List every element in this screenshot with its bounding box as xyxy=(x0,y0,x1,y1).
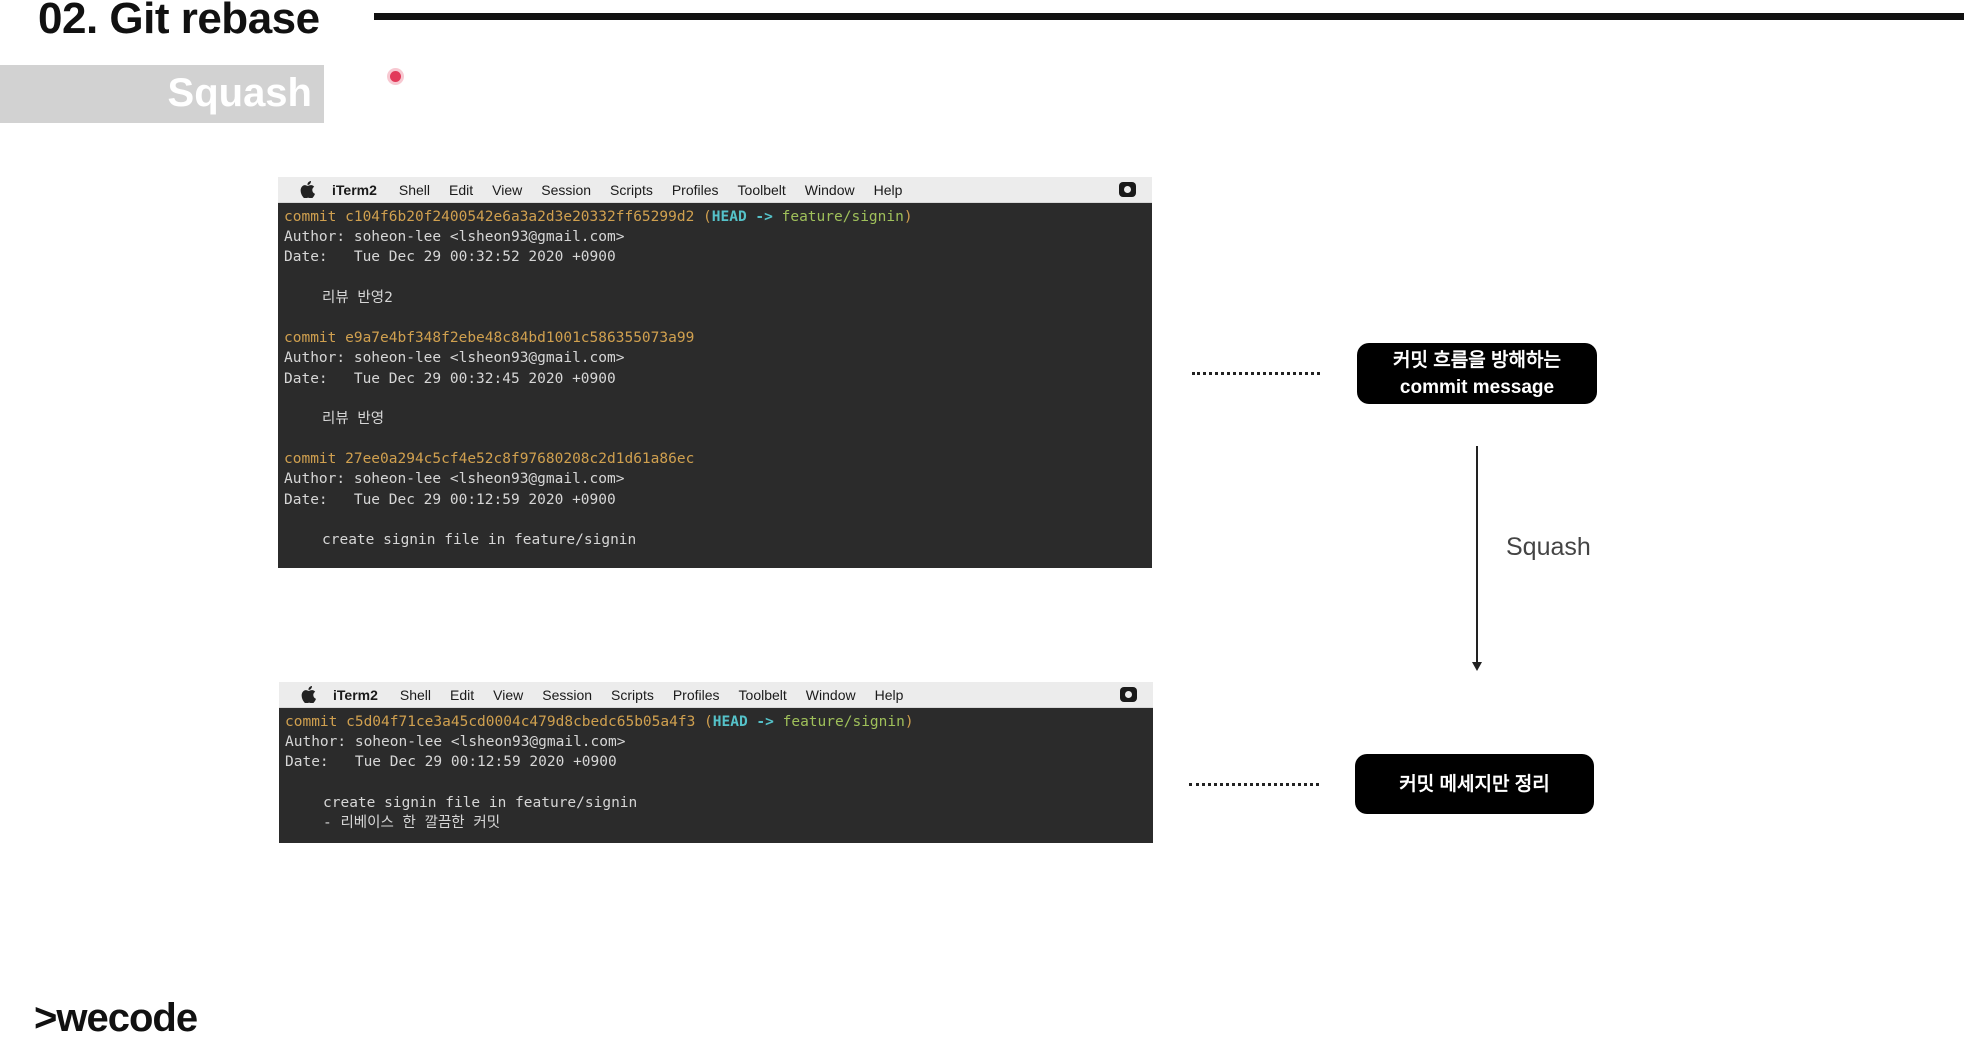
menu-view[interactable]: View xyxy=(492,182,522,198)
menu-profiles[interactable]: Profiles xyxy=(673,687,720,703)
menu-view[interactable]: View xyxy=(493,687,523,703)
menu-session[interactable]: Session xyxy=(541,182,591,198)
squash-arrow-label: Squash xyxy=(1506,533,1591,561)
menu-toolbelt[interactable]: Toolbelt xyxy=(738,182,786,198)
apple-icon[interactable] xyxy=(300,181,316,198)
menu-bar: iTerm2 Shell Edit View Session Scripts P… xyxy=(278,177,1152,203)
author-line: Author: soheon-lee <lsheon93@gmail.com> xyxy=(284,229,625,246)
date-line: Date: Tue Dec 29 00:32:45 2020 +0900 xyxy=(284,370,616,387)
commit-hash: 27ee0a294c5cf4e52c8f97680208c2d1d61a86ec xyxy=(345,451,695,468)
screen-record-icon[interactable] xyxy=(1119,182,1136,197)
author-line: Author: soheon-lee <lsheon93@gmail.com> xyxy=(284,471,625,488)
commit-line: commit c104f6b20f2400542e6a3a2d3e20332ff… xyxy=(284,207,1146,227)
wecode-logo: >wecode xyxy=(34,996,198,1040)
commit-line: commit 27ee0a294c5cf4e52c8f97680208c2d1d… xyxy=(284,449,1146,469)
dotted-leader-bottom xyxy=(1189,783,1319,786)
menu-help[interactable]: Help xyxy=(874,182,903,198)
menu-bar: iTerm2 Shell Edit View Session Scripts P… xyxy=(279,682,1153,708)
callout-line-2: commit message xyxy=(1399,376,1555,398)
menu-edit[interactable]: Edit xyxy=(449,182,473,198)
head-ref: HEAD -> xyxy=(711,209,773,225)
slide-title: 02. Git rebase xyxy=(38,0,320,43)
author-line: Author: soheon-lee <lsheon93@gmail.com> xyxy=(284,350,625,367)
commit-hash: c5d04f71ce3a45cd0004c479d8cbedc65b05a4f3 xyxy=(346,714,696,730)
terminal-window-top: iTerm2 Shell Edit View Session Scripts P… xyxy=(278,177,1152,568)
menu-window[interactable]: Window xyxy=(806,687,856,703)
menu-window[interactable]: Window xyxy=(805,182,855,198)
callout-line-1: 커밋 흐름을 방해하는 xyxy=(1393,349,1561,371)
menu-app-iterm2[interactable]: iTerm2 xyxy=(332,182,377,198)
commit-message-detail: - 리베이스 한 깔끔한 커밋 xyxy=(323,814,501,831)
section-tag-label: Squash xyxy=(167,71,312,115)
menu-session[interactable]: Session xyxy=(542,687,592,703)
menu-help[interactable]: Help xyxy=(875,687,904,703)
date-line: Date: Tue Dec 29 00:32:52 2020 +0900 xyxy=(284,249,616,266)
terminal-output: commit c104f6b20f2400542e6a3a2d3e20332ff… xyxy=(278,203,1152,554)
menu-scripts[interactable]: Scripts xyxy=(610,182,653,198)
commit-keyword: commit xyxy=(284,451,346,468)
arrow-down-icon xyxy=(1472,662,1482,671)
branch-ref: feature/signin xyxy=(772,209,904,225)
date-line: Date: Tue Dec 29 00:12:59 2020 +0900 xyxy=(284,491,616,508)
menu-profiles[interactable]: Profiles xyxy=(672,182,719,198)
commit-hash: e9a7e4bf348f2ebe48c84bd1001c586355073a99 xyxy=(345,330,695,347)
commit-message: 리뷰 반영2 xyxy=(322,289,393,306)
terminal-output: commit c5d04f71ce3a45cd0004c479d8cbedc65… xyxy=(279,708,1153,837)
title-rule xyxy=(374,13,1964,20)
screen-record-icon[interactable] xyxy=(1120,687,1137,702)
menu-scripts[interactable]: Scripts xyxy=(611,687,654,703)
menu-shell[interactable]: Shell xyxy=(400,687,431,703)
callout-clean-message: 커밋 메세지만 정리 xyxy=(1355,754,1594,814)
section-tag: Squash xyxy=(0,65,324,123)
terminal-window-bottom: iTerm2 Shell Edit View Session Scripts P… xyxy=(279,682,1153,843)
commit-keyword: commit xyxy=(284,330,346,347)
dotted-leader-top xyxy=(1192,372,1320,375)
branch-ref: feature/signin xyxy=(773,714,905,730)
menu-toolbelt[interactable]: Toolbelt xyxy=(739,687,787,703)
laser-pointer-dot xyxy=(390,71,401,82)
ref-close: ) xyxy=(904,714,914,730)
commit-message: 리뷰 반영 xyxy=(322,410,385,427)
commit-line: commit e9a7e4bf348f2ebe48c84bd1001c58635… xyxy=(284,328,1146,348)
menu-app-iterm2[interactable]: iTerm2 xyxy=(333,687,378,703)
commit-hash: c104f6b20f2400542e6a3a2d3e20332ff65299d2 xyxy=(345,209,695,225)
ref-close: ) xyxy=(903,209,913,225)
menu-shell[interactable]: Shell xyxy=(399,182,430,198)
menu-edit[interactable]: Edit xyxy=(450,687,474,703)
callout-text: 커밋 메세지만 정리 xyxy=(1399,773,1550,795)
apple-icon[interactable] xyxy=(301,686,317,703)
squash-arrow-line xyxy=(1476,446,1478,664)
ref-open: ( xyxy=(695,714,713,730)
callout-disruptive-commits: 커밋 흐름을 방해하는 commit message xyxy=(1357,343,1597,404)
commit-message: create signin file in feature/signin xyxy=(323,794,638,811)
ref-open: ( xyxy=(694,209,712,225)
commit-keyword: commit xyxy=(285,714,347,730)
commit-keyword: commit xyxy=(284,209,346,225)
commit-line: commit c5d04f71ce3a45cd0004c479d8cbedc65… xyxy=(285,712,1147,732)
date-line: Date: Tue Dec 29 00:12:59 2020 +0900 xyxy=(285,754,617,771)
commit-message: create signin file in feature/signin xyxy=(322,532,637,548)
head-ref: HEAD -> xyxy=(712,714,774,730)
author-line: Author: soheon-lee <lsheon93@gmail.com> xyxy=(285,734,626,751)
